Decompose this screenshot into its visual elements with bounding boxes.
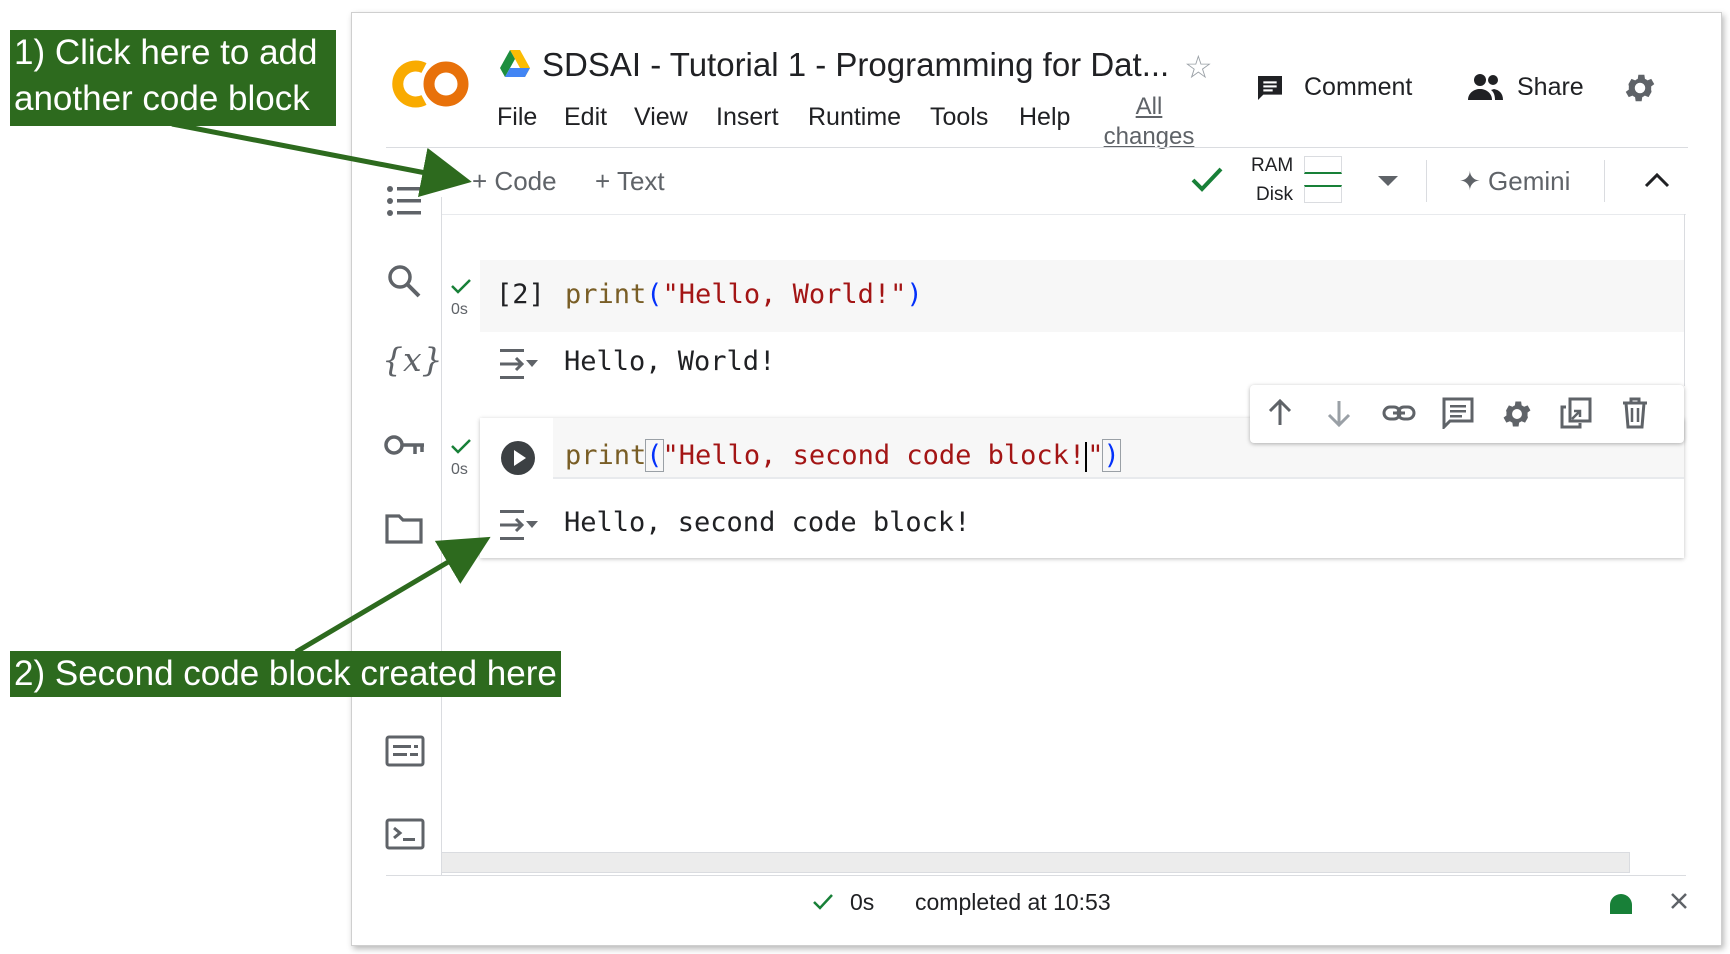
annotation-2: 2) Second code block created here — [10, 651, 561, 697]
arrow-to-second-cell — [294, 536, 491, 655]
annotation-1-line-1: 1) Click here to add — [14, 33, 318, 72]
arrow-to-code-button — [171, 121, 472, 197]
annotation-1: 1) Click here to add another code block — [10, 30, 336, 126]
annotation-arrows — [171, 121, 491, 655]
annotation-1-line-2: another code block — [14, 79, 310, 118]
